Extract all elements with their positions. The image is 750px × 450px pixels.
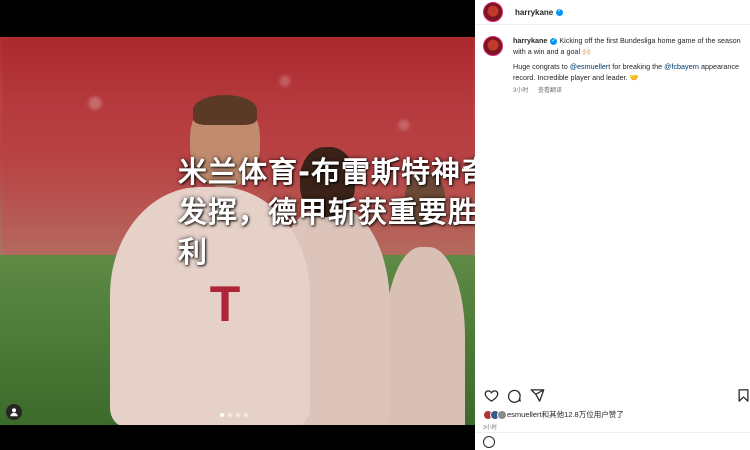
post-time-footer: 3小时 (483, 425, 498, 431)
verified-badge-icon (550, 36, 558, 46)
player-kane-hair (193, 95, 257, 125)
avatar[interactable] (483, 2, 503, 22)
mention-fcbayern[interactable]: @fcbayern (664, 62, 699, 71)
avatar[interactable] (483, 36, 503, 56)
likes-text: esmuellert和其他12.8万位用户赞了 (507, 410, 624, 419)
caption-paragraph-2: Huge congrats to @esmuellert for breakin… (513, 62, 745, 83)
carousel-dot (220, 413, 224, 417)
post-media-pane: T 39 米兰体育-布雷斯特神奇发挥，德甲斩获重要胜利 (0, 0, 490, 450)
caption-text: harrykane Kicking off the first Bundesli… (513, 36, 745, 97)
carousel-dot (244, 413, 248, 417)
mention-esmuellert[interactable]: @esmuellert (570, 62, 610, 71)
emoji-icon[interactable] (483, 435, 495, 448)
comment-bar (475, 432, 750, 450)
see-translation-link[interactable]: 查看翻译 (538, 88, 562, 94)
liker-avatars (483, 409, 507, 420)
avatar (497, 409, 507, 420)
caption-block: harrykane Kicking off the first Bundesli… (483, 36, 745, 97)
verified-badge-icon (556, 7, 564, 16)
comment-icon[interactable] (506, 387, 522, 403)
action-bar (483, 386, 748, 404)
carousel-dots (220, 413, 248, 417)
share-icon[interactable] (529, 387, 545, 403)
username[interactable]: harrykane (515, 8, 553, 17)
post-header: harrykane (475, 0, 750, 25)
user-tag-icon[interactable] (6, 404, 22, 420)
heart-icon[interactable] (483, 387, 499, 403)
likes-summary[interactable]: esmuellert和其他12.8万位用户赞了 (483, 409, 624, 420)
carousel-dot (228, 413, 232, 417)
player-right (385, 247, 465, 425)
bookmark-icon[interactable] (735, 387, 750, 403)
caption-meta: 3小时 查看翻译 (513, 86, 745, 97)
post-sidebar: harrykane harrykane Kicking off the firs… (475, 0, 750, 450)
caption-username[interactable]: harrykane (513, 36, 547, 45)
carousel-dot (236, 413, 240, 417)
post-time: 3小时 (513, 88, 529, 94)
caption-text-segment: for breaking the (610, 62, 665, 71)
watermark-title: 米兰体育-布雷斯特神奇发挥，德甲斩获重要胜利 (178, 155, 492, 269)
caption-text-segment: Huge congrats to (513, 62, 570, 71)
jersey-logo: T (209, 276, 241, 332)
